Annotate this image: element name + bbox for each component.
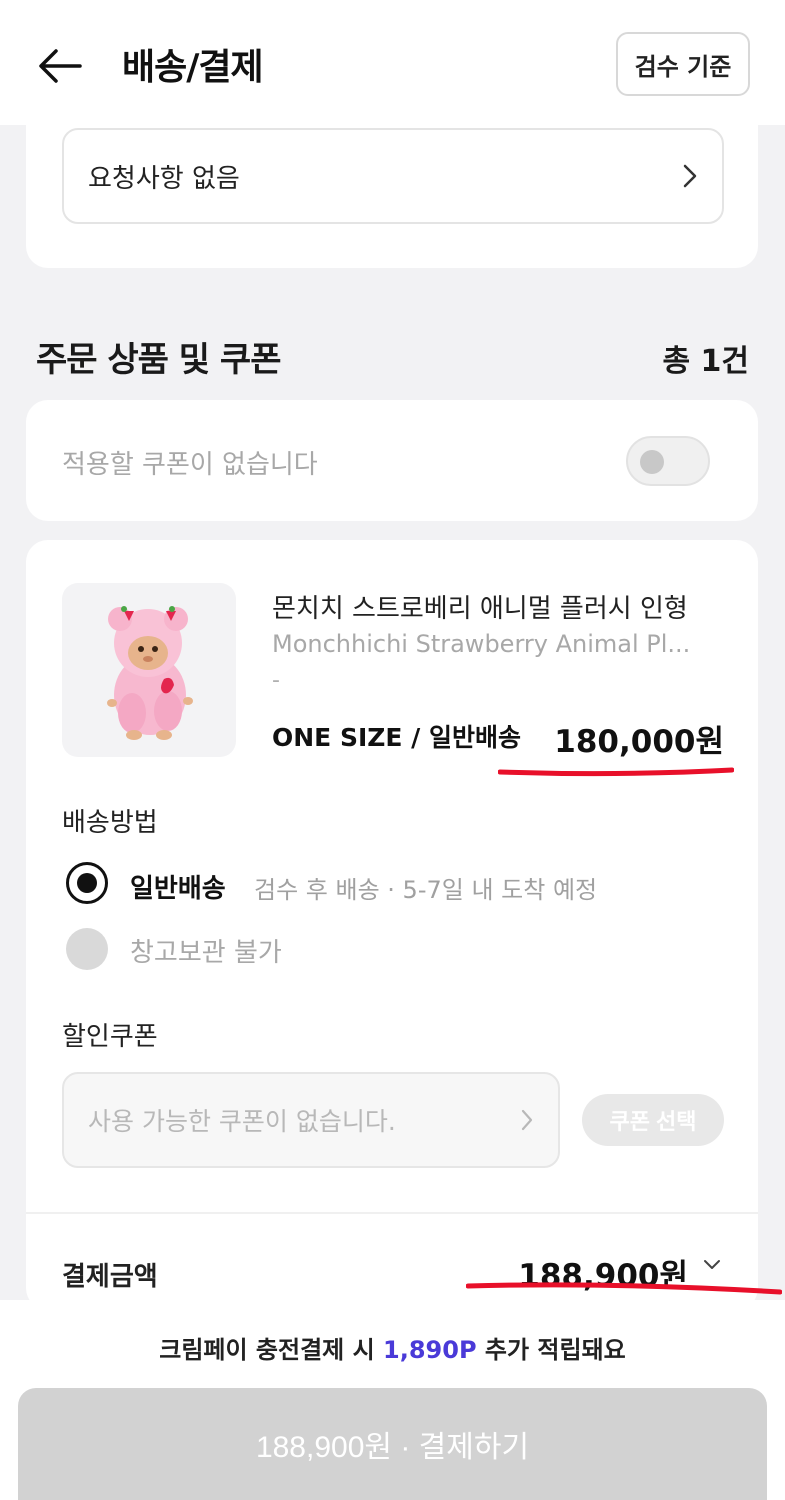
reward-points: 1,890P bbox=[383, 1336, 477, 1364]
no-coupon-text: 적용할 쿠폰이 없습니다 bbox=[62, 450, 318, 480]
pay-button[interactable]: 188,900원 · 결제하기 bbox=[18, 1388, 767, 1500]
toggle-knob bbox=[640, 450, 664, 474]
arrow-left-icon bbox=[39, 49, 82, 83]
page-title: 배송/결제 bbox=[122, 47, 264, 88]
radio-normal-shipping[interactable] bbox=[66, 862, 108, 904]
plush-doll-image bbox=[107, 606, 193, 740]
chevron-right-icon bbox=[683, 164, 697, 188]
reward-prefix: 크림페이 충전결제 시 bbox=[159, 1336, 384, 1364]
request-card: 요청사항 없음 bbox=[26, 100, 758, 268]
product-image[interactable] bbox=[62, 583, 236, 757]
back-button[interactable] bbox=[32, 40, 88, 92]
shipping-option-normal-desc: 검수 후 배송 · 5-7일 내 도착 예정 bbox=[254, 876, 598, 904]
divider bbox=[26, 1212, 758, 1214]
shipping-option-normal[interactable]: 일반배송 bbox=[130, 868, 226, 905]
delivery-request-selector[interactable]: 요청사항 없음 bbox=[62, 128, 724, 224]
reward-suffix: 추가 적립돼요 bbox=[476, 1336, 626, 1364]
coupon-select-button[interactable]: 쿠폰 선택 bbox=[582, 1094, 724, 1146]
product-price: 180,000원 bbox=[554, 724, 724, 760]
radio-warehouse-storage[interactable] bbox=[66, 928, 108, 970]
order-section-title: 주문 상품 및 쿠폰 bbox=[36, 340, 281, 380]
chevron-right-icon bbox=[521, 1109, 533, 1131]
shipping-option-warehouse[interactable]: 창고보관 불가 bbox=[130, 932, 282, 969]
product-name-en: Monchhichi Strawberry Animal Pl... bbox=[272, 630, 691, 658]
shipping-method-label: 배송방법 bbox=[62, 808, 158, 838]
product-subtitle-dash: - bbox=[272, 668, 280, 693]
radio-dot bbox=[77, 873, 97, 893]
chevron-down-icon[interactable] bbox=[702, 1258, 722, 1272]
reward-notice: 크림페이 충전결제 시 1,890P 추가 적립돼요 bbox=[0, 1330, 785, 1365]
inspection-criteria-button[interactable]: 검수 기준 bbox=[616, 32, 750, 96]
coupon-field-placeholder: 사용 가능한 쿠폰이 없습니다. bbox=[88, 1107, 396, 1136]
product-name-ko: 몬치치 스트로베리 애니멀 플러시 인형 bbox=[272, 594, 688, 624]
product-card: 몬치치 스트로베리 애니멀 플러시 인형 Monchhichi Strawber… bbox=[26, 540, 758, 1310]
coupon-apply-toggle[interactable] bbox=[626, 436, 710, 486]
coupon-selector-field[interactable]: 사용 가능한 쿠폰이 없습니다. bbox=[62, 1072, 560, 1168]
bottom-payment-bar: 크림페이 충전결제 시 1,890P 추가 적립돼요 188,900원 · 결제… bbox=[0, 1300, 785, 1500]
red-annotation-underline bbox=[498, 767, 734, 777]
payment-amount-label: 결제금액 bbox=[62, 1262, 158, 1292]
coupon-apply-card: 적용할 쿠폰이 없습니다 bbox=[26, 400, 758, 521]
delivery-request-text: 요청사항 없음 bbox=[88, 163, 240, 194]
product-option: ONE SIZE / 일반배송 bbox=[272, 723, 522, 752]
red-annotation-underline bbox=[466, 1282, 782, 1295]
order-count: 총 1건 bbox=[662, 344, 749, 379]
discount-coupon-label: 할인쿠폰 bbox=[62, 1022, 158, 1052]
